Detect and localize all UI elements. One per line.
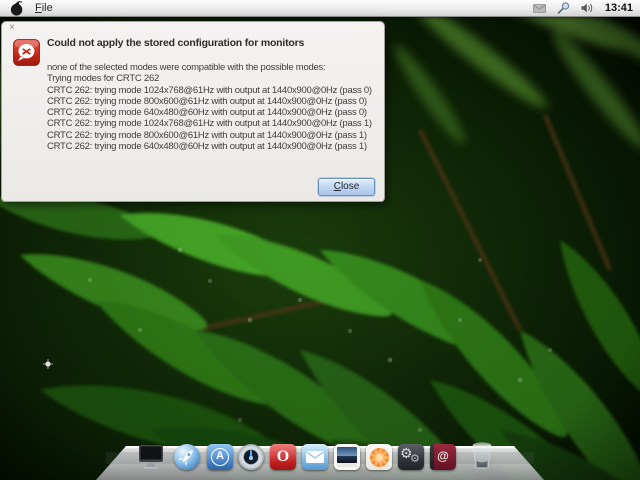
close-button[interactable]: Close: [318, 178, 375, 196]
computer-display-icon: [139, 445, 163, 469]
desktop: A O ⚙ ⚙ @ File 13:41 × Could not apply t…: [0, 0, 640, 480]
dock-item-opera[interactable]: O: [270, 444, 296, 470]
system-tray: 13:41: [532, 2, 640, 14]
pear-logo-icon[interactable]: [9, 0, 23, 16]
error-icon: [13, 39, 40, 66]
search-tray-icon[interactable]: [557, 2, 570, 14]
dock-item-mail[interactable]: [302, 444, 328, 470]
message-line: CRTC 262: trying mode 640x480@60Hz with …: [47, 107, 367, 119]
dialog-close-icon[interactable]: ×: [9, 23, 15, 33]
clock-center-icon: [249, 456, 253, 460]
message-line: CRTC 262: trying mode 640x480@60Hz with …: [47, 141, 367, 153]
rocket-icon: [177, 450, 193, 467]
dock-item-app-store[interactable]: A: [207, 444, 233, 470]
book-spine: [430, 444, 434, 470]
dock-item-trash[interactable]: [470, 441, 494, 471]
dialog-title: Could not apply the stored configuration…: [47, 37, 305, 49]
clock[interactable]: 13:41: [605, 2, 633, 14]
gear-small-icon: ⚙: [410, 453, 420, 465]
message-line: Trying modes for CRTC 262: [47, 73, 160, 85]
message-line: CRTC 262: trying mode 1024x768@61Hz with…: [47, 118, 372, 130]
message-line: CRTC 262: trying mode 800x600@61Hz with …: [47, 129, 367, 141]
dialog-message: none of the selected modes were compatib…: [47, 62, 372, 152]
menubar: File 13:41: [0, 0, 640, 17]
volume-tray-icon[interactable]: [581, 3, 594, 13]
dock-item-time-machine[interactable]: [238, 444, 264, 470]
dock-item-contacts[interactable]: @: [430, 444, 456, 470]
orange-slice-icon: [369, 447, 389, 467]
photo-frame: [337, 463, 357, 467]
menu-file[interactable]: File: [30, 0, 58, 16]
dock-item-computer[interactable]: [138, 444, 164, 470]
message-line: CRTC 262: trying mode 1024x768@61Hz with…: [47, 84, 372, 96]
dock-item-launcher[interactable]: [174, 444, 200, 470]
message-line: none of the selected modes were compatib…: [47, 62, 326, 73]
dock-item-system-tools[interactable]: ⚙ ⚙: [398, 444, 424, 470]
mail-tray-icon[interactable]: [532, 3, 546, 13]
trash-glass-icon: [472, 442, 492, 469]
monitor-config-error-dialog: × Could not apply the stored configurati…: [1, 21, 385, 202]
app-store-icon: A: [211, 448, 229, 466]
photo-icon: [337, 447, 357, 463]
dock-item-media-player[interactable]: [366, 444, 392, 470]
message-line: CRTC 262: trying mode 800x600@61Hz with …: [47, 95, 367, 107]
envelope-icon: [306, 451, 324, 463]
dock-item-photos[interactable]: [334, 444, 360, 470]
